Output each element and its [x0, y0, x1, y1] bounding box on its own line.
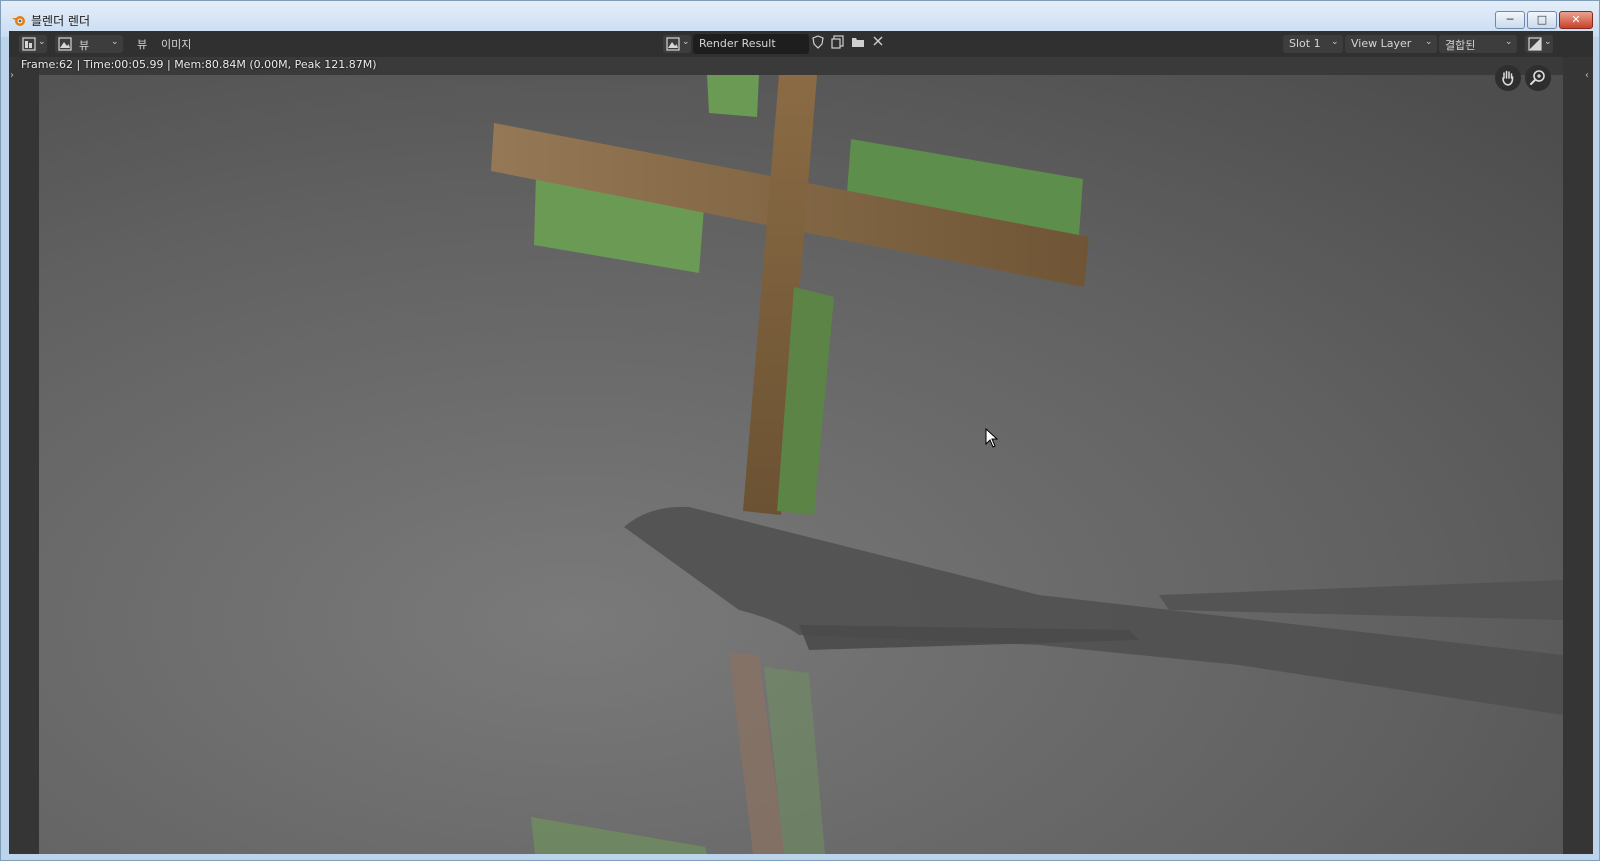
unlink-image-button[interactable] [869, 35, 887, 53]
image-name: Render Result [699, 37, 776, 50]
zoom-icon [1530, 70, 1545, 85]
fake-user-button[interactable] [809, 35, 827, 53]
mouse-cursor-icon [985, 428, 999, 448]
toolbar-expand-icon[interactable]: › [10, 70, 14, 81]
maximize-button[interactable]: □ [1527, 11, 1557, 29]
image-view-icon [58, 37, 72, 51]
chevron-down-icon: ⌄ [1505, 37, 1513, 47]
duplicate-icon [831, 35, 844, 49]
menu-view[interactable]: 뷰 [137, 36, 147, 52]
menu-image[interactable]: 이미지 [161, 36, 191, 52]
minimize-icon: ─ [1506, 13, 1514, 26]
maximize-icon: □ [1536, 13, 1548, 26]
pan-view-button[interactable] [1495, 65, 1521, 91]
view-mode-dropdown[interactable]: 뷰 ⌄ [55, 35, 123, 53]
green-plank-top [707, 75, 759, 117]
close-window-button[interactable]: ✕ [1559, 11, 1593, 29]
view-mode-value: 뷰 [79, 39, 90, 52]
image-browse-dropdown[interactable]: ⌄ [663, 35, 691, 53]
display-channels-dropdown[interactable]: ⌄ [1525, 35, 1553, 53]
editor-header: ⌄ 뷰 ⌄ 뷰 이미지 ⌄ Render Result Slot 1 ⌄ Vie… [9, 31, 1593, 57]
chevron-down-icon: ⌄ [1331, 37, 1339, 47]
view-layer-value: View Layer [1351, 37, 1412, 50]
open-image-button[interactable] [849, 35, 867, 53]
chevron-down-icon: ⌄ [38, 37, 46, 47]
new-image-button[interactable] [829, 35, 847, 53]
sidebar-expand-icon[interactable]: ‹ [1585, 70, 1589, 81]
blender-logo-icon [12, 16, 25, 26]
chevron-down-icon: ⌄ [682, 37, 690, 47]
slot-value: Slot 1 [1289, 37, 1321, 50]
left-margin: › [9, 57, 39, 854]
image-browse-icon [666, 37, 680, 51]
chevron-down-icon: ⌄ [1544, 37, 1552, 47]
window-title: 블렌더 렌더 [31, 14, 91, 28]
zoom-view-button[interactable] [1525, 65, 1551, 91]
chevron-down-icon: ⌄ [1425, 37, 1433, 47]
chevron-down-icon: ⌄ [111, 37, 119, 47]
render-result-image [39, 75, 1563, 854]
shield-icon [812, 35, 824, 49]
color-channels-icon [1528, 37, 1542, 51]
image-editor-icon [22, 37, 36, 51]
render-status: Frame:62 | Time:00:05.99 | Mem:80.84M (0… [21, 58, 377, 71]
right-margin: ‹ [1563, 57, 1593, 854]
minimize-button[interactable]: ─ [1495, 11, 1525, 29]
blender-image-editor: ⌄ 뷰 ⌄ 뷰 이미지 ⌄ Render Result Slot 1 ⌄ Vie… [9, 31, 1593, 854]
editor-type-dropdown[interactable]: ⌄ [19, 35, 47, 53]
view-layer-dropdown[interactable]: View Layer ⌄ [1345, 35, 1437, 53]
close-icon: ✕ [1571, 13, 1581, 26]
image-name-field[interactable]: Render Result [693, 34, 809, 54]
folder-icon [852, 38, 864, 47]
render-pass-value: 결합된 [1445, 39, 1476, 52]
app-window: 블렌더 렌더 ─ □ ✕ ⌄ 뷰 ⌄ 뷰 이미지 ⌄ Render Result… [0, 0, 1600, 861]
render-pass-dropdown[interactable]: 결합된 ⌄ [1439, 35, 1517, 53]
hand-icon [1502, 70, 1514, 86]
close-icon [873, 36, 883, 46]
image-viewport[interactable]: Frame:62 | Time:00:05.99 | Mem:80.84M (0… [9, 57, 1593, 854]
slot-dropdown[interactable]: Slot 1 ⌄ [1283, 35, 1343, 53]
